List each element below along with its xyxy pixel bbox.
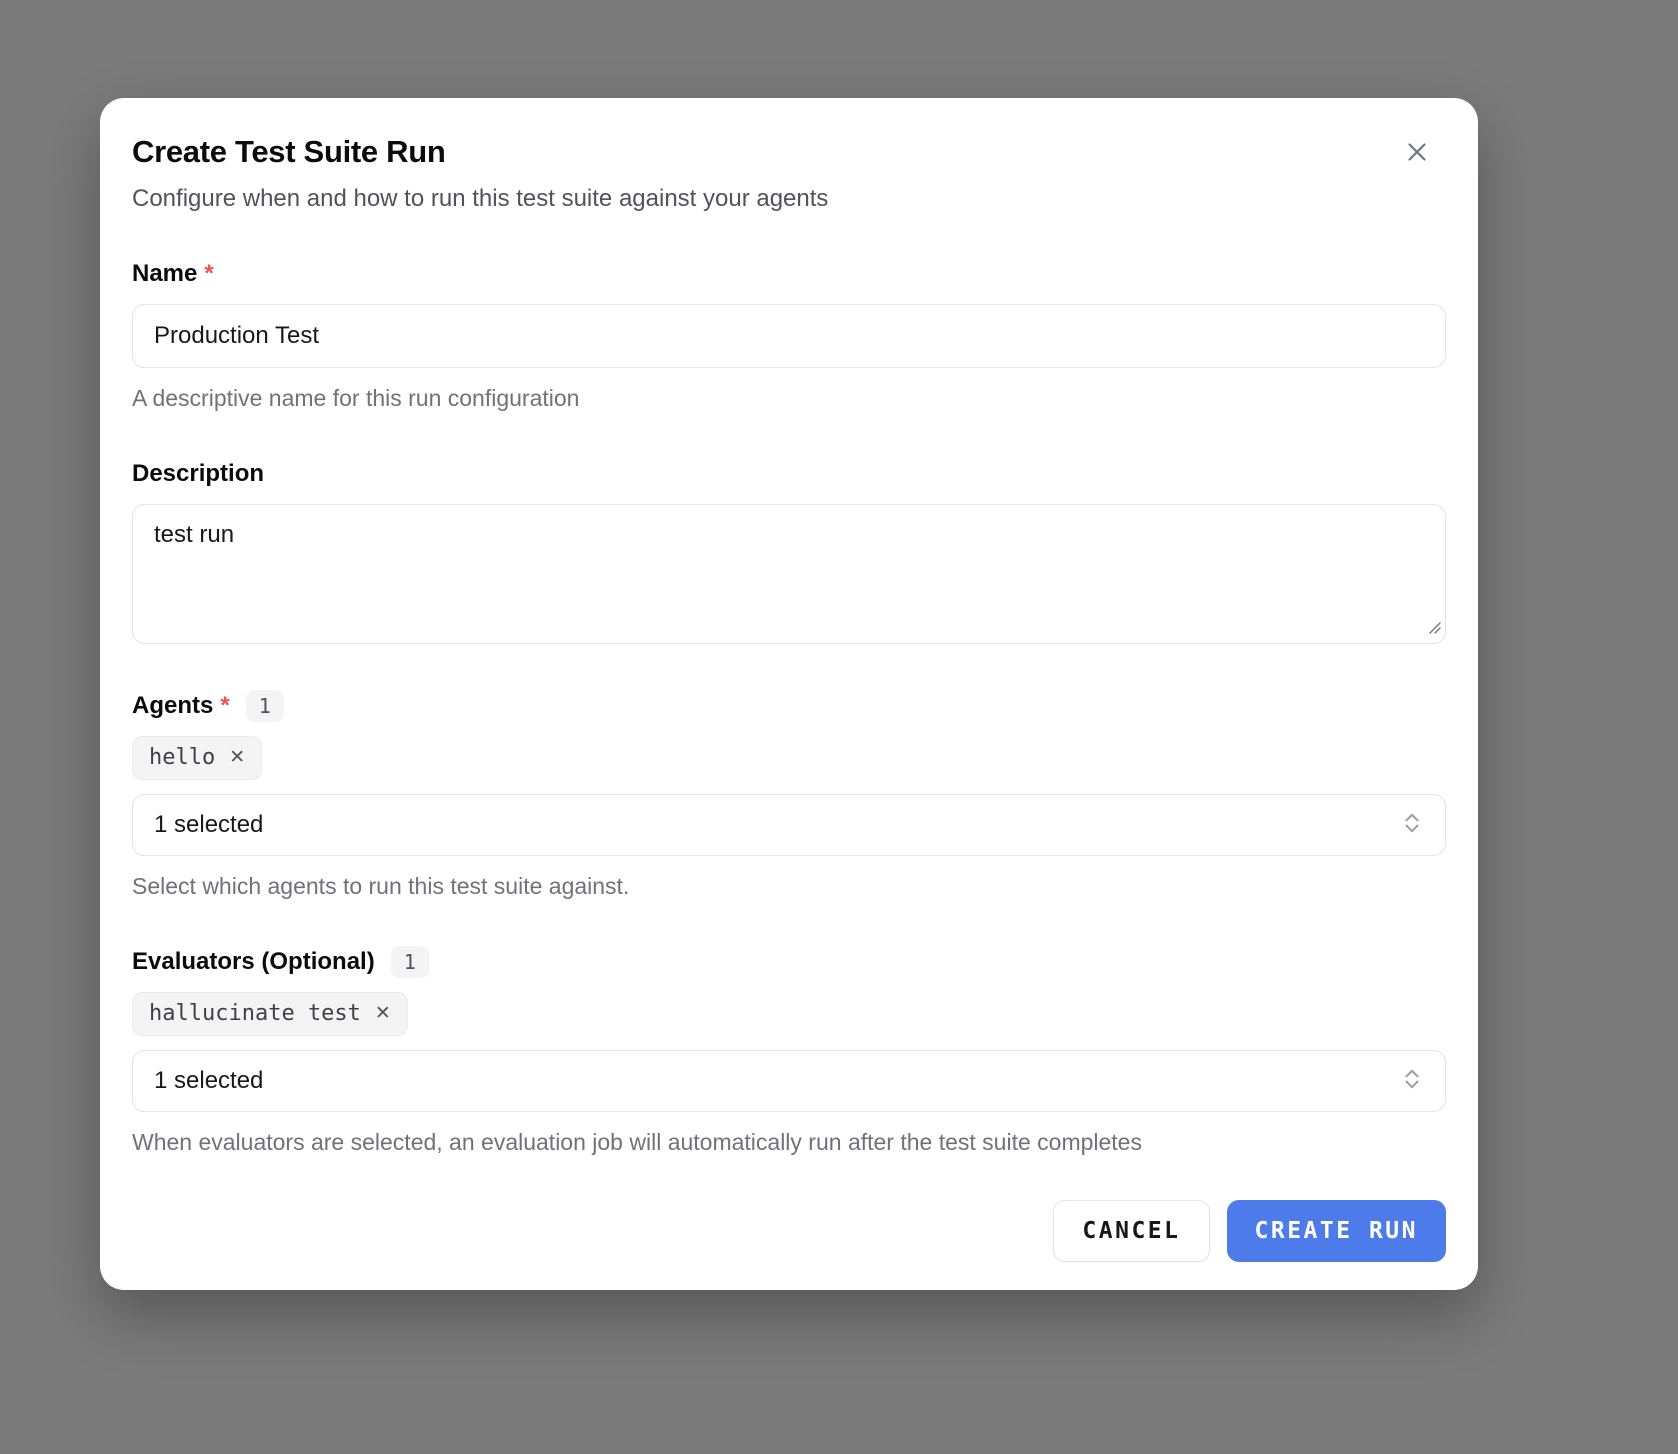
name-section: Name * A descriptive name for this run c… [132,258,1446,412]
agents-count-badge: 1 [246,690,284,722]
evaluators-select-value: 1 selected [154,1067,263,1095]
evaluators-select[interactable]: 1 selected [132,1050,1446,1112]
description-label: Description [132,458,264,490]
evaluators-count-badge: 1 [391,946,429,978]
create-run-button[interactable]: CREATE RUN [1227,1200,1446,1262]
create-test-suite-run-dialog: Create Test Suite Run Configure when and… [100,98,1478,1290]
dialog-subtitle: Configure when and how to run this test … [132,184,1446,214]
evaluator-chip-remove-icon[interactable]: ✕ [375,1003,391,1025]
evaluators-chip-row: hallucinate test ✕ [132,992,1446,1036]
agents-helper-text: Select which agents to run this test sui… [132,872,1446,900]
chevron-up-down-icon [1399,1065,1425,1098]
evaluators-helper-text: When evaluators are selected, an evaluat… [132,1128,1446,1156]
agents-chip-row: hello ✕ [132,736,1446,780]
chevron-up-down-icon [1399,809,1425,842]
name-required-mark: * [204,258,213,290]
close-button[interactable] [1400,136,1434,170]
name-helper-text: A descriptive name for this run configur… [132,384,1446,412]
description-section: Description test run [132,458,1446,644]
agents-section: Agents * 1 hello ✕ 1 selected Select whi… [132,690,1446,900]
dialog-title: Create Test Suite Run [132,132,1446,172]
agents-select[interactable]: 1 selected [132,794,1446,856]
agent-chip: hello ✕ [132,736,262,780]
name-label: Name [132,258,197,290]
agent-chip-label: hello [149,743,215,773]
evaluators-label: Evaluators (Optional) [132,946,375,978]
agents-required-mark: * [220,690,229,722]
agent-chip-remove-icon[interactable]: ✕ [229,747,245,769]
agents-select-value: 1 selected [154,811,263,839]
description-textarea[interactable]: test run [132,504,1446,644]
evaluators-section: Evaluators (Optional) 1 hallucinate test… [132,946,1446,1156]
dialog-footer: CANCEL CREATE RUN [132,1200,1446,1262]
agents-label: Agents [132,690,213,722]
name-input[interactable] [132,304,1446,368]
evaluator-chip-label: hallucinate test [149,999,361,1029]
close-icon [1402,137,1432,170]
cancel-button[interactable]: CANCEL [1053,1200,1209,1262]
evaluator-chip: hallucinate test ✕ [132,992,408,1036]
